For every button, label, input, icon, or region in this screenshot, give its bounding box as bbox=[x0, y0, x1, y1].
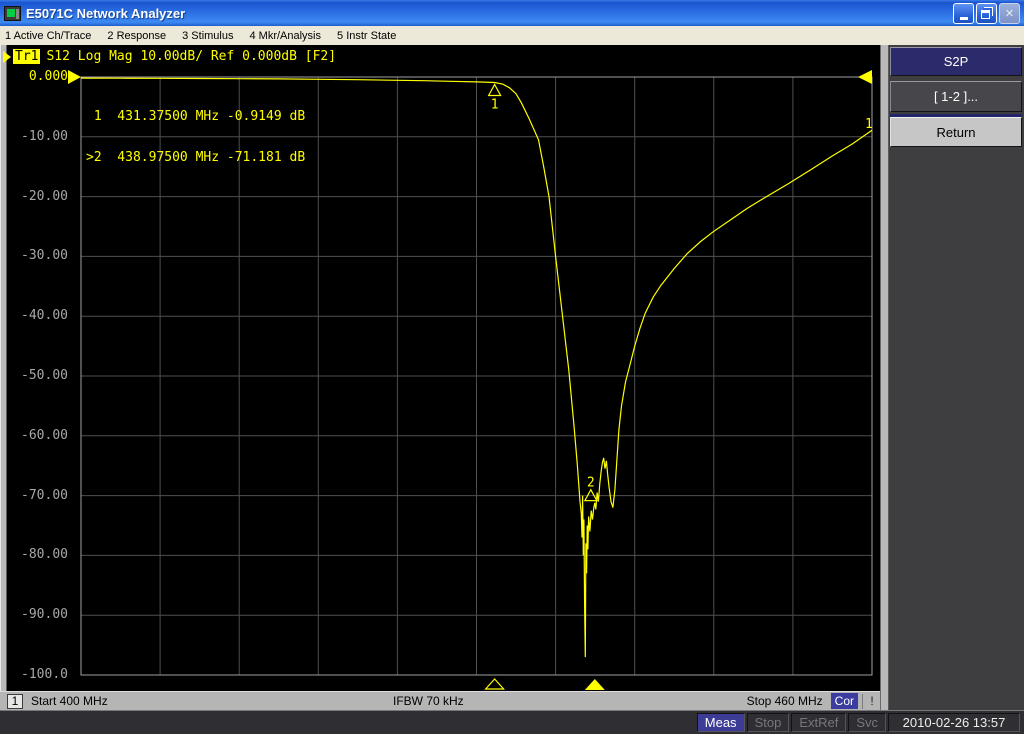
y-tick-20: -20.00 bbox=[21, 189, 68, 204]
trace-number-label: 1 bbox=[865, 117, 873, 132]
y-tick-80: -80.00 bbox=[21, 547, 68, 562]
softkey-port-pair-button[interactable]: [ 1-2 ]... bbox=[890, 81, 1022, 112]
close-button[interactable]: ✕ bbox=[999, 2, 1020, 24]
y-tick-60: -60.00 bbox=[21, 428, 68, 443]
close-icon: ✕ bbox=[1004, 7, 1015, 20]
ifbw-label: IFBW 70 kHz bbox=[393, 694, 464, 708]
restore-icon bbox=[981, 9, 990, 19]
softkey-menu-title: S2P bbox=[890, 47, 1022, 76]
instrument-status-bar: Meas Stop ExtRef Svc 2010-02-26 13:57 bbox=[0, 710, 1024, 734]
marker-1-readout: 1 431.37500 MHz -0.9149 dB bbox=[86, 109, 306, 124]
meas-status-badge: Meas bbox=[696, 713, 745, 732]
menu-item-active-ch-trace[interactable]: 1 Active Ch/Trace bbox=[0, 28, 101, 44]
marker-readout: 1 431.37500 MHz -0.9149 dB >2 438.97500 … bbox=[86, 83, 305, 191]
marker-1-glyph bbox=[487, 83, 502, 97]
marker-2-number: 2 bbox=[587, 476, 595, 491]
restore-button[interactable] bbox=[976, 2, 997, 24]
start-frequency-label: Start 400 MHz bbox=[31, 694, 108, 708]
analyzer-screen: 1 1 2 Tr1 S12 Log Mag 10.00dB/ Ref 0.000dB… bbox=[0, 45, 1024, 710]
alert-indicator: ! bbox=[870, 694, 874, 708]
menu-item-response[interactable]: 2 Response bbox=[101, 28, 176, 44]
title-bar: E5071C Network Analyzer ✕ bbox=[0, 0, 1024, 26]
ref-level-indicator-right bbox=[858, 70, 872, 84]
y-tick-30: -30.00 bbox=[21, 248, 68, 263]
trace-format-text: S12 Log Mag 10.00dB/ Ref 0.000dB [F2] bbox=[46, 49, 337, 64]
y-tick-90: -90.00 bbox=[21, 607, 68, 622]
marker-1-stimulus-indicator bbox=[484, 678, 505, 690]
ref-level-indicator-left bbox=[68, 70, 81, 84]
softkey-return-button[interactable]: Return bbox=[890, 117, 1022, 147]
softkey-sidebar: S2P [ 1-2 ]... Return bbox=[880, 45, 1024, 710]
marker-1-number: 1 bbox=[491, 97, 499, 112]
menu-item-stimulus[interactable]: 3 Stimulus bbox=[176, 28, 243, 44]
active-trace-pointer-icon bbox=[3, 50, 11, 63]
correction-status-badge: Cor bbox=[830, 693, 858, 709]
window-controls: ✕ bbox=[953, 2, 1024, 24]
extref-status-badge: ExtRef bbox=[791, 713, 847, 732]
status-divider bbox=[862, 693, 863, 709]
stop-status-badge: Stop bbox=[746, 713, 790, 732]
minimize-icon bbox=[959, 16, 968, 20]
trace-label[interactable]: Tr1 bbox=[13, 49, 41, 64]
app-icon bbox=[4, 5, 21, 21]
datetime-display: 2010-02-26 13:57 bbox=[888, 713, 1020, 732]
y-tick-ref: 0.000 bbox=[28, 69, 68, 84]
y-tick-70: -70.00 bbox=[21, 488, 68, 503]
softkey-scroll-strip bbox=[880, 45, 889, 710]
y-tick-40: -40.00 bbox=[21, 308, 68, 323]
menu-bar: 1 Active Ch/Trace 2 Response 3 Stimulus … bbox=[0, 26, 1024, 45]
minimize-button[interactable] bbox=[953, 2, 974, 24]
marker-2-stimulus-indicator bbox=[584, 679, 605, 690]
y-tick-50: -50.00 bbox=[21, 368, 68, 383]
channel-status-bar: 1 Start 400 MHz IFBW 70 kHz Stop 460 MHz… bbox=[0, 691, 880, 710]
channel-number-badge: 1 bbox=[7, 693, 23, 709]
window-title: E5071C Network Analyzer bbox=[26, 5, 186, 21]
y-tick-10: -10.00 bbox=[21, 129, 68, 144]
menu-item-mkr-analysis[interactable]: 4 Mkr/Analysis bbox=[243, 28, 331, 44]
y-tick-100: -100.0 bbox=[21, 667, 68, 682]
trace-info-bar: Tr1 S12 Log Mag 10.00dB/ Ref 0.000dB [F2… bbox=[3, 49, 336, 64]
marker-2-readout: >2 438.97500 MHz -71.181 dB bbox=[86, 149, 306, 165]
stop-frequency-label: Stop 460 MHz bbox=[746, 694, 823, 708]
menu-item-instr-state[interactable]: 5 Instr State bbox=[331, 28, 406, 44]
app-window: E5071C Network Analyzer ✕ 1 Active Ch/Tr… bbox=[0, 0, 1024, 734]
svc-status-badge: Svc bbox=[848, 713, 886, 732]
